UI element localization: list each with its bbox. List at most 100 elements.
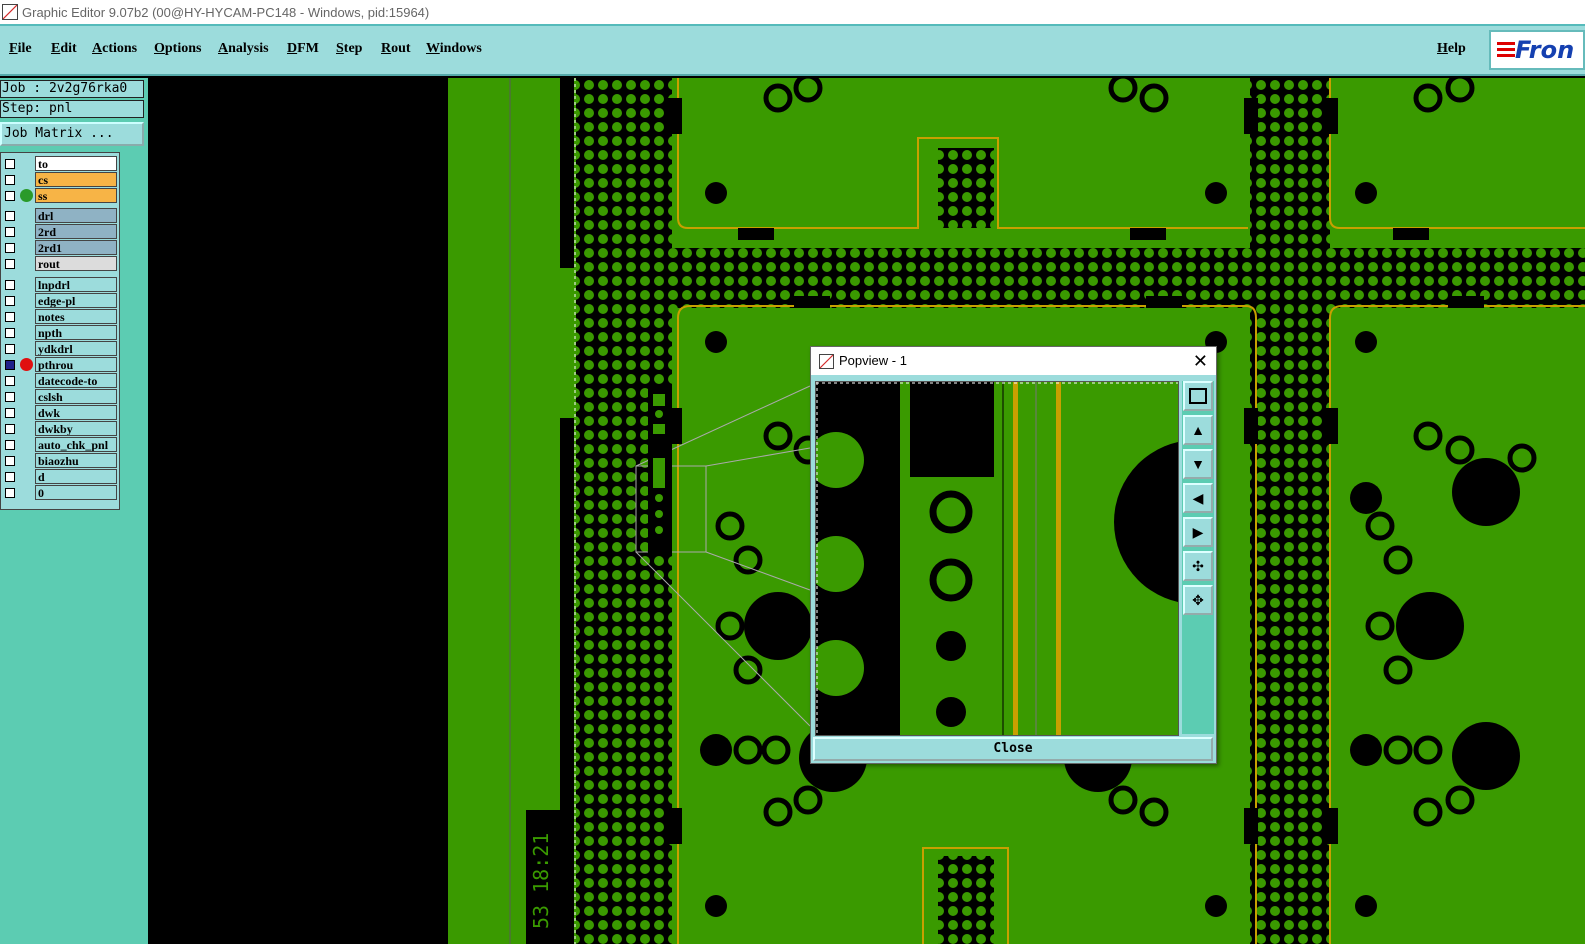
layer-checkbox[interactable]	[5, 328, 15, 338]
layer-checkbox[interactable]	[5, 243, 15, 253]
layer-row-cs[interactable]: cs	[1, 172, 119, 187]
date-stamp: 53 18:21	[526, 810, 560, 944]
layer-checkbox[interactable]	[5, 227, 15, 237]
layer-name[interactable]: ydkdrl	[35, 341, 117, 356]
logo-mark-icon	[1497, 42, 1515, 60]
menu-actions[interactable]: Actions	[92, 41, 137, 57]
pan-left-icon: ◀	[1192, 489, 1204, 506]
layer-row-pthrou[interactable]: pthrou	[1, 357, 119, 372]
layer-checkbox[interactable]	[5, 408, 15, 418]
layer-checkbox[interactable]	[5, 376, 15, 386]
layer-name[interactable]: drl	[35, 208, 117, 223]
layer-name[interactable]: npth	[35, 325, 117, 340]
layer-name[interactable]: datecode-to	[35, 373, 117, 388]
menu-windows[interactable]: Windows	[426, 41, 482, 57]
popview-title: Popview - 1	[839, 353, 907, 368]
pan-left-button[interactable]: ◀	[1183, 483, 1213, 513]
layer-name[interactable]: 0	[35, 485, 117, 500]
popview-viewport[interactable]	[815, 381, 1179, 736]
menu-analysis[interactable]: Analysis	[218, 41, 269, 57]
logo-text: Fron	[1515, 36, 1575, 64]
layer-checkbox[interactable]	[5, 191, 15, 201]
layer-checkbox[interactable]	[5, 392, 15, 402]
layer-row-datecode-to[interactable]: datecode-to	[1, 373, 119, 388]
zoom-fit-icon	[1189, 388, 1207, 404]
zoom-fit-button[interactable]	[1183, 381, 1213, 411]
layer-checkbox[interactable]	[5, 259, 15, 269]
menu-bar: File Edit Actions Options Analysis DFM S…	[0, 24, 1585, 76]
popview-close-button[interactable]: Close	[813, 737, 1213, 761]
layer-name[interactable]: biaozhu	[35, 453, 117, 468]
layer-name[interactable]: ss	[35, 188, 117, 203]
menu-step[interactable]: Step	[336, 41, 362, 57]
job-matrix-button[interactable]: Job Matrix ...	[0, 122, 144, 146]
layer-name[interactable]: 2rd	[35, 224, 117, 239]
layer-checkbox[interactable]	[5, 488, 15, 498]
popview-toolbar: ▲ ▼ ◀ ▶ ✣ ✥	[1182, 381, 1214, 734]
layer-row-0[interactable]: 0	[1, 485, 119, 500]
layer-name[interactable]: cslsh	[35, 389, 117, 404]
layer-row-d[interactable]: d	[1, 469, 119, 484]
popview-titlebar[interactable]: Popview - 1 ✕	[811, 347, 1216, 375]
layer-row-drl[interactable]: drl	[1, 208, 119, 223]
layer-name[interactable]: dwkby	[35, 421, 117, 436]
layer-checkbox[interactable]	[5, 472, 15, 482]
menu-options[interactable]: Options	[154, 41, 201, 57]
close-icon[interactable]: ✕	[1193, 347, 1208, 375]
layer-name[interactable]: rout	[35, 256, 117, 271]
layer-row-cslsh[interactable]: cslsh	[1, 389, 119, 404]
layer-name[interactable]: auto_chk_pnl	[35, 437, 117, 452]
layer-name[interactable]: dwk	[35, 405, 117, 420]
layer-checkbox[interactable]	[5, 440, 15, 450]
layer-checkbox[interactable]	[5, 159, 15, 169]
menu-rout[interactable]: Rout	[381, 41, 411, 57]
layer-color-dot	[20, 358, 33, 371]
menu-dfm[interactable]: DFM	[287, 41, 319, 57]
layer-list: to cs ss drl 2rd 2rd1 rout lnpdrl edge-pl notes np…	[0, 152, 120, 510]
layer-row-lnpdrl[interactable]: lnpdrl	[1, 277, 119, 292]
layer-row-dwk[interactable]: dwk	[1, 405, 119, 420]
zoom-out-button[interactable]: ✣	[1183, 551, 1213, 581]
layer-name[interactable]: cs	[35, 172, 117, 187]
layer-row-rout[interactable]: rout	[1, 256, 119, 271]
layer-row-npth[interactable]: npth	[1, 325, 119, 340]
layer-name[interactable]: pthrou	[35, 357, 117, 372]
layer-name[interactable]: 2rd1	[35, 240, 117, 255]
menu-help[interactable]: Help	[1437, 41, 1466, 57]
layer-panel: Job : 2v2g76rka0 Step: pnl Job Matrix ..…	[0, 78, 148, 944]
layer-checkbox[interactable]	[5, 211, 15, 221]
layer-color-dot	[20, 189, 33, 202]
layer-row-biaozhu[interactable]: biaozhu	[1, 453, 119, 468]
layer-row-ss[interactable]: ss	[1, 188, 119, 203]
layer-row-to[interactable]: to	[1, 156, 119, 171]
layer-name[interactable]: notes	[35, 309, 117, 324]
layer-checkbox[interactable]	[5, 360, 15, 370]
pan-up-button[interactable]: ▲	[1183, 415, 1213, 445]
layer-name[interactable]: lnpdrl	[35, 277, 117, 292]
layer-row-2rd[interactable]: 2rd	[1, 224, 119, 239]
layer-name[interactable]: d	[35, 469, 117, 484]
pan-down-button[interactable]: ▼	[1183, 449, 1213, 479]
layer-checkbox[interactable]	[5, 296, 15, 306]
layer-row-edge-pl[interactable]: edge-pl	[1, 293, 119, 308]
layer-row-auto_chk_pnl[interactable]: auto_chk_pnl	[1, 437, 119, 452]
pan-right-button[interactable]: ▶	[1183, 517, 1213, 547]
layer-checkbox[interactable]	[5, 175, 15, 185]
layer-name[interactable]: edge-pl	[35, 293, 117, 308]
layer-row-2rd1[interactable]: 2rd1	[1, 240, 119, 255]
layer-name[interactable]: to	[35, 156, 117, 171]
zoom-in-button[interactable]: ✥	[1183, 585, 1213, 615]
date-stamp-text: 53 18:21	[529, 832, 553, 929]
layer-row-notes[interactable]: notes	[1, 309, 119, 324]
layer-checkbox[interactable]	[5, 344, 15, 354]
layer-checkbox[interactable]	[5, 280, 15, 290]
layer-row-dwkby[interactable]: dwkby	[1, 421, 119, 436]
layer-row-ydkdrl[interactable]: ydkdrl	[1, 341, 119, 356]
menu-edit[interactable]: Edit	[51, 41, 77, 57]
step-label: Step: pnl	[0, 100, 144, 118]
menu-file[interactable]: File	[9, 41, 32, 57]
layer-checkbox[interactable]	[5, 456, 15, 466]
layer-checkbox[interactable]	[5, 312, 15, 322]
layer-checkbox[interactable]	[5, 424, 15, 434]
job-label: Job : 2v2g76rka0	[0, 80, 144, 98]
